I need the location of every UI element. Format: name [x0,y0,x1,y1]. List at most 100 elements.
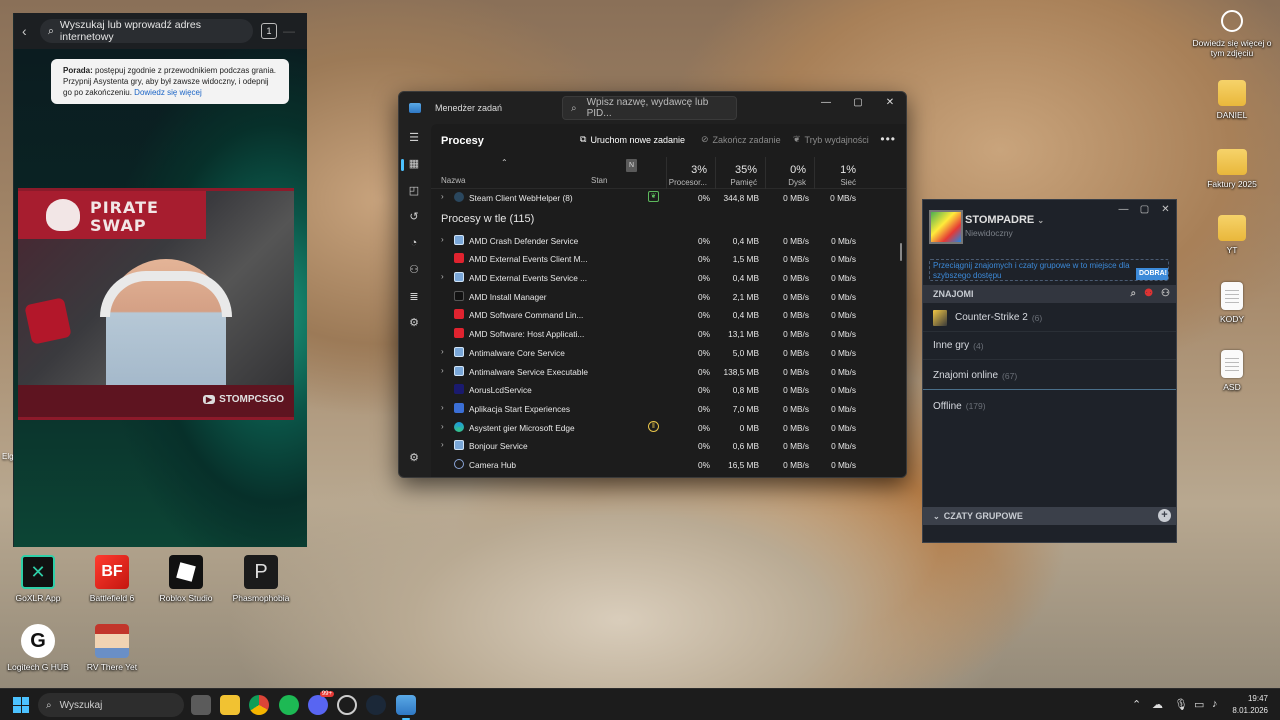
youtube-channel-label: STOMPCSGO [203,394,284,405]
expand-chevron-icon[interactable]: › [441,440,444,449]
end-task-button[interactable]: ⊘ Zakończ zadanie [701,134,781,145]
display-icon[interactable]: ▭ [1194,698,1204,711]
add-friend-icon[interactable]: ⚇ [1161,288,1170,299]
more-options-icon[interactable]: ••• [880,132,896,146]
minimize-icon[interactable]: — [810,92,842,112]
expand-chevron-icon[interactable]: › [441,272,444,281]
expand-chevron-icon[interactable]: › [441,422,444,431]
desktop-icon-goxlr[interactable]: ✕ GoXLR App [0,555,80,603]
table-row[interactable]: › AMD Crash Defender Service 0% 0,4 MB 0 MB/… [431,231,906,250]
settings-gear-icon[interactable]: ⚙ [399,451,429,471]
expand-chevron-icon[interactable]: › [441,235,444,244]
desktop-icon-asd[interactable]: ASD [1190,350,1274,392]
windows-start-icon[interactable] [13,697,29,713]
process-cpu: 0% [698,310,710,321]
table-row[interactable]: › Asystent gier Microsoft Edge ‖ 0% 0 MB 0 MB… [431,418,906,437]
column-memory[interactable]: 35% Pamięć [715,157,765,189]
details-nav-icon[interactable]: ≣ [399,283,429,310]
desktop-icon-rv[interactable]: RV There Yet [70,624,154,672]
group-filter-icon[interactable]: ⚉ [1144,288,1153,299]
taskbar-search[interactable]: ⌕ Wyszukaj [38,693,184,717]
expand-chevron-icon[interactable]: › [441,347,444,356]
avatar[interactable] [929,210,963,244]
learn-more-link[interactable]: Dowiedz się więcej [134,88,202,97]
dismiss-button[interactable]: DOBRA! [1136,268,1168,280]
app-history-nav-icon[interactable]: ↺ [399,204,429,231]
process-memory: 0,8 MB [732,385,759,396]
table-row[interactable]: › Aplikacja Start Experiences 0% 7,0 MB 0 MB… [431,399,906,418]
back-arrow-icon[interactable]: ‹ [22,23,40,39]
expand-chevron-icon[interactable]: › [441,403,444,412]
table-row[interactable]: › Steam Client WebHelper (8) ❦ 0% 344,8 … [431,188,906,207]
steam-username[interactable]: STOMPADRE ⌄ [965,214,1044,226]
table-row[interactable]: AMD Software Command Lin... 0% 0,4 MB 0 MB/… [431,305,906,324]
desktop-icon-daniel[interactable]: DANIEL [1190,74,1274,120]
friend-group-cs2[interactable]: Counter-Strike 2 (6) [923,304,1176,332]
efficiency-mode-button[interactable]: ❦ Tryb wydajności [793,134,869,145]
table-row[interactable]: Camera Hub 0% 16,5 MB 0 MB/s 0 Mb/s [431,455,906,474]
obs-icon[interactable] [337,695,357,715]
process-network: 0 Mb/s [831,366,856,377]
expand-chevron-icon[interactable]: › [441,366,444,375]
clock[interactable]: 19:47 8.01.2026 [1232,693,1268,717]
column-cpu[interactable]: 3% Procesor... [666,157,715,189]
run-new-task-button[interactable]: ⧉ Uruchom nowe zadanie [580,134,685,145]
volume-icon[interactable]: ♪ [1212,698,1218,710]
process-search-input[interactable]: ⌕ Wpisz nazwę, wydawcę lub PID... [562,96,737,120]
table-row[interactable]: AMD Software: Host Applicati... 0% 13,1 MB… [431,324,906,343]
column-network[interactable]: 1% Sieć [814,157,864,189]
close-icon[interactable]: ✕ [874,92,906,112]
desktop-icon-roblox[interactable]: Roblox Studio [144,555,228,603]
edge-tip-card: Porada: postępuj zgodnie z przewodnikiem… [51,59,289,104]
friend-group-offline[interactable]: Offline (179) [923,392,1176,420]
processes-nav-icon[interactable]: ▦ [399,151,429,178]
spotify-icon[interactable] [279,695,299,715]
users-nav-icon[interactable]: ⚇ [399,257,429,284]
task-view-icon[interactable] [191,695,211,715]
desktop-icon-kody[interactable]: KODY [1190,282,1274,324]
friend-group-other-games[interactable]: Inne gry (4) [923,332,1176,360]
file-explorer-icon[interactable] [220,695,240,715]
column-status[interactable]: Stan [591,176,607,185]
discord-icon[interactable]: 99+ [308,691,334,715]
add-group-chat-icon[interactable]: + [1158,509,1171,522]
microphone-icon[interactable]: 🎙 [1174,698,1188,711]
search-icon[interactable]: ⌕ [1130,288,1136,299]
group-chats-header[interactable]: ⌄ CZATY GRUPOWE + [923,507,1176,525]
expand-chevron-icon[interactable]: › [441,192,444,201]
scrollbar-thumb[interactable] [900,243,902,261]
process-name: Aplikacja Start Experiences [469,403,570,414]
table-row[interactable]: › AMD External Events Service ... 0% 0,4 MB… [431,268,906,287]
more-icon[interactable]: — [283,24,299,38]
table-row[interactable]: AorusLcdService 0% 0,8 MB 0 MB/s 0 Mb/s [431,380,906,399]
desktop-icon-phasmophobia[interactable]: P Phasmophobia [219,555,303,603]
hamburger-menu-icon[interactable]: ☰ [399,124,429,151]
task-manager-taskbar-icon[interactable] [396,695,416,720]
startup-apps-nav-icon[interactable]: ◔ [399,230,429,257]
tab-count-badge[interactable]: 1 [261,23,277,39]
edge-address-bar[interactable]: ⌕ Wyszukaj lub wprowadź adres internetow… [40,19,253,43]
desktop-icon-yt[interactable]: YT [1190,209,1274,255]
steam-icon[interactable] [366,695,386,715]
performance-nav-icon[interactable]: ◰ [399,177,429,204]
chrome-icon[interactable] [249,695,269,715]
close-icon[interactable]: ✕ [1155,200,1176,218]
desktop-icon-logitech[interactable]: G Logitech G HUB [0,624,80,672]
cloud-off-icon[interactable]: ☁ [1152,698,1163,711]
column-disk[interactable]: 0% Dysk [765,157,814,189]
maximize-icon[interactable]: ▢ [1134,200,1155,218]
table-row[interactable]: AMD Install Manager 0% 2,1 MB 0 MB/s 0 Mb/s [431,287,906,306]
table-row[interactable]: › Antimalware Core Service 0% 5,0 MB 0 MB/s 0… [431,343,906,362]
desktop-icon-battlefield[interactable]: BF Battlefield 6 [70,555,154,603]
services-nav-icon[interactable]: ⚙ [399,310,429,337]
friend-group-online[interactable]: Znajomi online (67) [923,362,1176,390]
desktop-icon-faktury[interactable]: Faktury 2025 [1190,143,1274,189]
table-row[interactable]: AMD External Events Client M... 0% 1,5 MB 0… [431,249,906,268]
maximize-icon[interactable]: ▢ [842,92,874,112]
table-row[interactable]: › Antimalware Service Executable 0% 138,5 M… [431,362,906,381]
column-name[interactable]: Nazwa [441,176,465,185]
table-row[interactable]: › Bonjour Service 0% 0,6 MB 0 MB/s 0 Mb/s [431,436,906,455]
desktop-icon-info[interactable]: Dowiedz się więcej o tym zdjęciu [1190,10,1274,58]
minimize-icon[interactable]: — [1113,200,1134,218]
chevron-up-icon[interactable]: ⌃ [1132,698,1141,711]
